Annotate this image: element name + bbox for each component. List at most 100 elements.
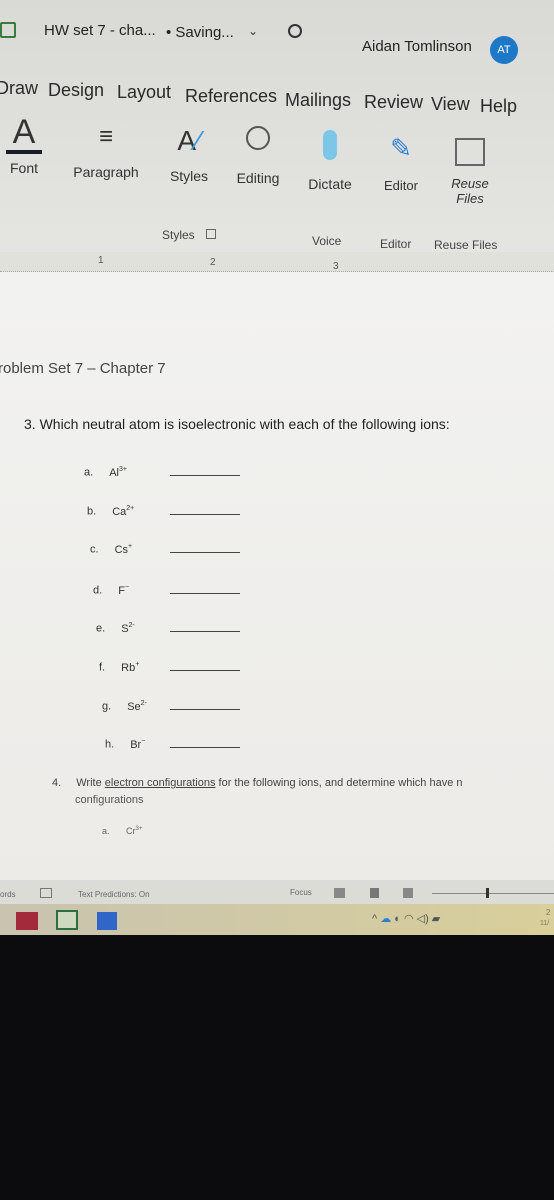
question-4-text: Write: [76, 777, 105, 789]
tab-view[interactable]: View: [431, 94, 470, 115]
answer-blank[interactable]: [170, 552, 240, 553]
word-app-icon[interactable]: [97, 912, 117, 930]
dictate-label: Dictate: [308, 176, 352, 192]
tab-review[interactable]: Review: [364, 92, 423, 113]
ion-charge: 2+: [126, 505, 135, 512]
font-icon: A: [12, 113, 36, 151]
taskbar: ^ ☁ ◐ ◠ ◁) ▰ 2 11/: [0, 904, 554, 935]
chevron-down-icon[interactable]: ⌄: [248, 24, 258, 38]
tab-references[interactable]: References: [185, 86, 277, 107]
ruler-mark: 2: [210, 257, 216, 268]
dictate-button[interactable]: Dictate: [304, 130, 356, 192]
styles-group-button[interactable]: A⁄ Styles: [166, 124, 212, 184]
item-letter: a.: [84, 466, 94, 479]
screen: HW set 7 - cha... • Saving... ⌄ Aidan To…: [0, 0, 554, 935]
electron-configurations-text: electron configurations: [104, 777, 216, 789]
reuse-files-icon: [455, 138, 485, 166]
question-3-item: f. Rb+: [99, 661, 139, 674]
document-page[interactable]: roblem Set 7 – Chapter 7 3. Which neutra…: [0, 272, 554, 880]
tab-layout[interactable]: Layout: [117, 82, 171, 103]
paragraph-group-button[interactable]: ≡ Paragraph: [70, 120, 142, 180]
document-title[interactable]: HW set 7 - cha...: [44, 22, 156, 39]
question-3-item: a. Al3+: [84, 466, 127, 479]
ion-symbol: Al: [109, 466, 119, 479]
web-layout-icon[interactable]: [403, 888, 413, 898]
text-predictions[interactable]: Text Predictions: On: [78, 890, 150, 899]
avatar[interactable]: AT: [490, 36, 518, 64]
question-4-text-end: for the following ions, and determine wh…: [215, 777, 463, 789]
item-letter: d.: [93, 584, 103, 597]
accessibility-icon[interactable]: [40, 888, 52, 898]
answer-blank[interactable]: [170, 593, 240, 594]
magnifier-icon: [246, 126, 270, 150]
ion-charge: −: [124, 584, 130, 591]
item-letter: g.: [102, 700, 112, 713]
item-letter: e.: [96, 622, 106, 635]
focus-button[interactable]: Focus: [290, 888, 312, 897]
read-mode-icon[interactable]: [334, 888, 345, 898]
question-4-line2: configurations: [75, 794, 144, 806]
question-3-item: g. Se2-: [102, 700, 147, 713]
paragraph-icon: ≡: [98, 123, 113, 150]
ion-symbol: F: [118, 584, 125, 597]
ion-symbol: Rb: [121, 661, 136, 674]
reuse-files-button[interactable]: Reuse Files: [440, 138, 500, 206]
question-3: 3. Which neutral atom is isoelectronic w…: [24, 416, 450, 432]
group-label-voice: Voice: [312, 234, 342, 248]
answer-blank[interactable]: [170, 514, 240, 515]
item-letter: c.: [90, 543, 99, 556]
group-label-styles: Styles: [162, 228, 195, 242]
zoom-slider[interactable]: [432, 893, 554, 894]
editor-pen-icon: ✎: [390, 133, 412, 163]
xbox-icon[interactable]: [56, 910, 78, 930]
styles-label: Styles: [169, 168, 209, 184]
clock-date[interactable]: 11/: [540, 920, 549, 927]
editor-label: Editor: [384, 178, 418, 193]
answer-blank[interactable]: [170, 475, 240, 476]
styles-dialog-launcher-icon[interactable]: [206, 229, 216, 239]
editing-label: Editing: [236, 170, 280, 186]
tab-draw[interactable]: Draw: [0, 78, 38, 99]
ion-charge: 3+: [135, 826, 143, 832]
font-label: Font: [9, 160, 38, 176]
clock-time[interactable]: 2: [546, 908, 550, 917]
user-name[interactable]: Aidan Tomlinson: [362, 38, 472, 55]
question-3-item: b. Ca2+: [87, 505, 134, 518]
document-heading: roblem Set 7 – Chapter 7: [0, 360, 166, 377]
ion-charge: 3+: [118, 466, 127, 473]
editing-group-button[interactable]: Editing: [232, 126, 284, 186]
tab-mailings[interactable]: Mailings: [285, 90, 351, 111]
item-letter: b.: [87, 505, 97, 518]
styles-icon: A⁄: [177, 125, 201, 156]
ruler[interactable]: 1 2 3: [0, 252, 554, 272]
tab-help[interactable]: Help: [480, 96, 517, 117]
question-3-item: h. Br−: [105, 738, 145, 751]
ion-symbol: Cs: [114, 543, 129, 556]
system-tray-icons[interactable]: ^ ☁ ◐ ◠ ◁) ▰: [372, 912, 440, 925]
search-icon[interactable]: [288, 24, 302, 38]
group-label-reuse-files: Reuse Files: [434, 238, 498, 252]
ion-charge: 2-: [140, 700, 147, 707]
question-4-item-a: a. Cr3+: [102, 826, 142, 836]
answer-blank[interactable]: [170, 670, 240, 671]
zoom-slider-thumb[interactable]: [486, 888, 489, 898]
ion-charge: −: [141, 738, 146, 745]
group-label-editor: Editor: [380, 237, 412, 251]
editor-button[interactable]: ✎ Editor: [378, 132, 424, 193]
question-4-number: 4.: [52, 777, 62, 789]
font-group-button[interactable]: A Font: [6, 114, 42, 176]
ion-symbol: Ca: [112, 505, 127, 518]
answer-blank[interactable]: [170, 631, 240, 632]
ion-symbol: S: [121, 622, 129, 635]
question-3-item: d. F−: [93, 584, 129, 597]
autosave-icon[interactable]: [0, 22, 16, 38]
word-count[interactable]: ords: [0, 890, 16, 899]
answer-blank[interactable]: [170, 747, 240, 748]
app-icon[interactable]: [16, 912, 38, 930]
tab-design[interactable]: Design: [48, 80, 104, 101]
print-layout-icon[interactable]: [370, 888, 379, 898]
question-4: 4. Write electron configurations for the…: [52, 777, 463, 789]
answer-blank[interactable]: [170, 709, 240, 710]
save-status[interactable]: • Saving...: [166, 24, 234, 41]
ion-symbol: Cr: [126, 826, 136, 836]
